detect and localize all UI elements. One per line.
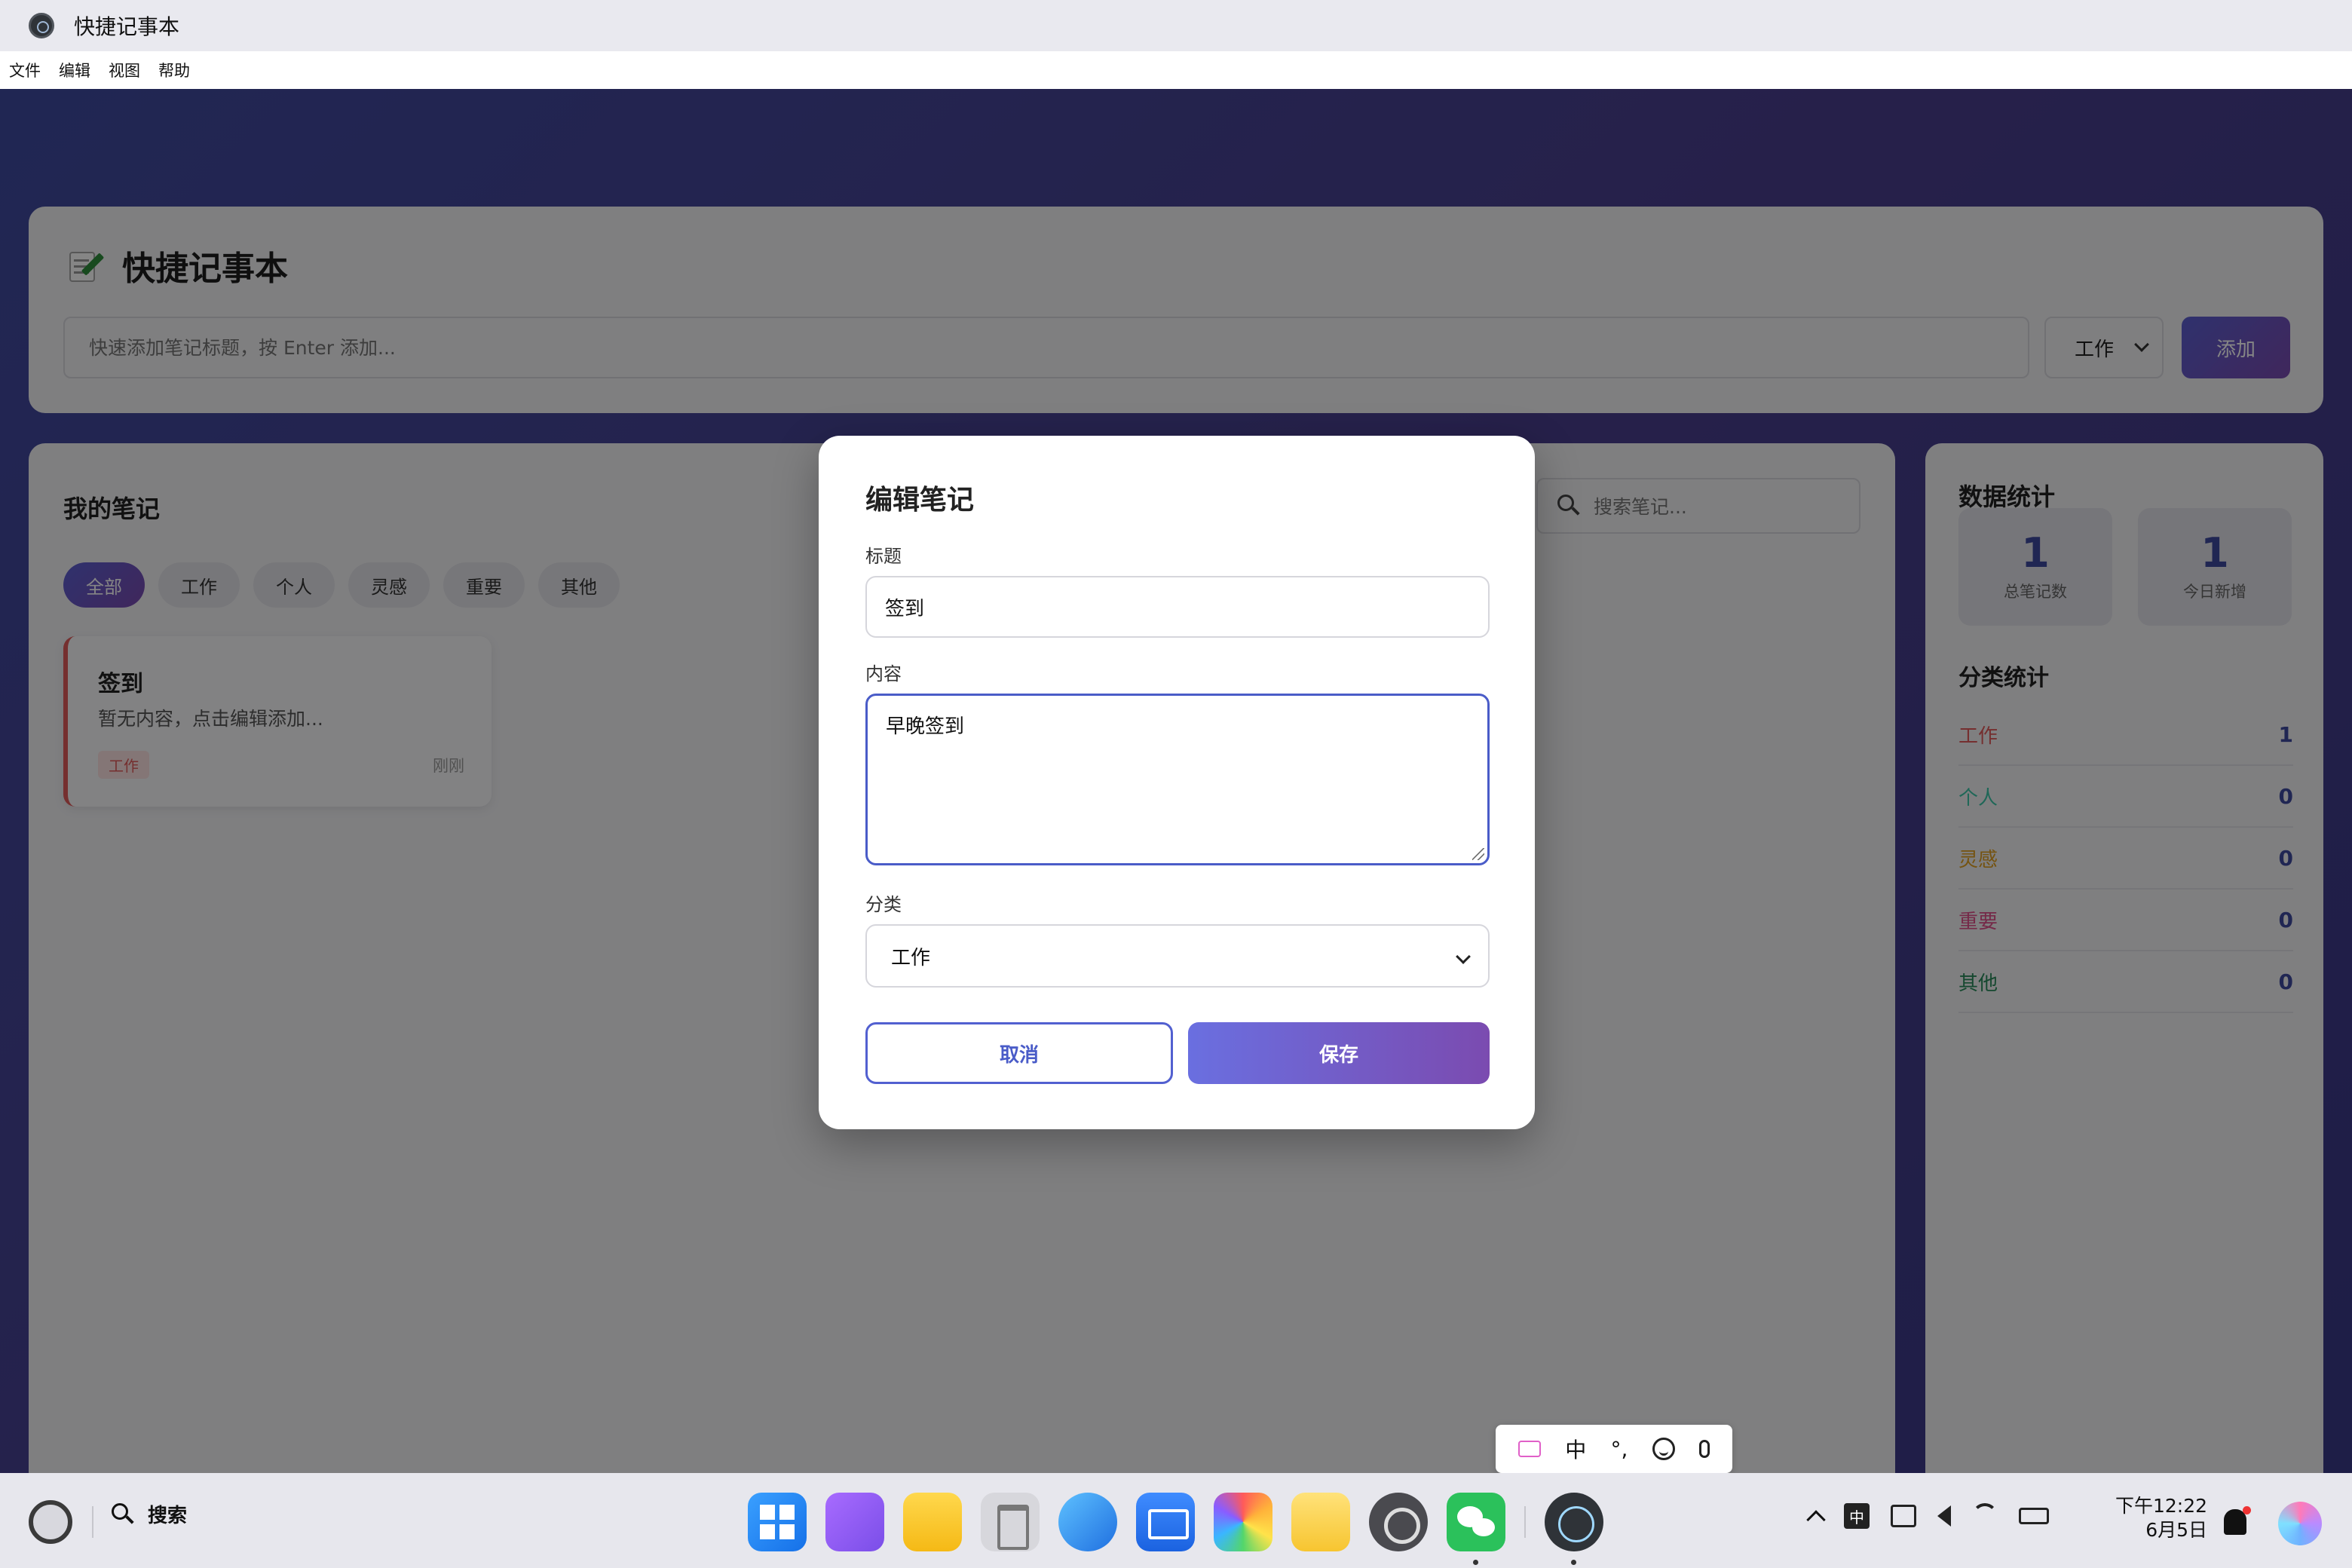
electron-app-icon[interactable] — [1545, 1493, 1603, 1565]
content-value: 早晚签到 — [886, 715, 965, 738]
launcher-icon[interactable] — [748, 1493, 807, 1551]
notes-icon[interactable] — [1291, 1493, 1350, 1551]
title-bar: 快捷记事本 — [0, 0, 2352, 51]
menu-edit[interactable]: 编辑 — [59, 59, 90, 81]
wechat-icon[interactable] — [1447, 1493, 1505, 1565]
category-value: 工作 — [891, 946, 931, 969]
ime-language-toggle[interactable]: 中 — [1565, 1434, 1586, 1464]
chevron-down-icon — [1456, 949, 1471, 964]
cancel-button[interactable]: 取消 — [865, 1022, 1173, 1084]
resize-grip-icon[interactable] — [1472, 848, 1484, 860]
clock-date: 6月5日 — [2145, 1519, 2208, 1541]
menu-bar: 文件 编辑 视图 帮助 — [0, 51, 2352, 89]
volume-icon[interactable] — [1937, 1505, 1951, 1527]
edit-note-dialog: 编辑笔记 标题 签到 内容 早晚签到 分类 工作 取消 保存 — [819, 436, 1535, 1129]
menu-help[interactable]: 帮助 — [158, 59, 190, 81]
category-label: 分类 — [865, 894, 902, 915]
multitask-icon[interactable] — [825, 1493, 884, 1551]
dock — [748, 1493, 1622, 1565]
running-indicator — [1571, 1560, 1576, 1565]
trash-icon[interactable] — [981, 1493, 1040, 1551]
category-select[interactable]: 工作 — [865, 924, 1490, 988]
wifi-icon[interactable] — [1972, 1503, 1998, 1529]
menu-file[interactable]: 文件 — [9, 59, 41, 81]
browser-icon[interactable] — [1058, 1493, 1117, 1551]
notification-badge — [2243, 1506, 2251, 1514]
emoji-icon[interactable] — [1652, 1438, 1675, 1460]
content-label: 内容 — [865, 663, 902, 684]
files-icon[interactable] — [903, 1493, 962, 1551]
taskbar: 搜索 中 下午12:22 6月5日 — [0, 1473, 2352, 1568]
microphone-icon[interactable] — [1698, 1440, 1710, 1458]
start-button[interactable] — [29, 1500, 72, 1544]
ime-toolbar: 中 °, — [1496, 1425, 1732, 1473]
photos-icon[interactable] — [1214, 1493, 1272, 1551]
menu-view[interactable]: 视图 — [109, 59, 140, 81]
taskbar-search-label: 搜索 — [148, 1505, 188, 1527]
battery-icon[interactable] — [2019, 1508, 2049, 1524]
title-label: 标题 — [865, 546, 902, 567]
ime-punctuation-toggle[interactable]: °, — [1611, 1437, 1628, 1462]
taskbar-divider — [92, 1506, 93, 1538]
chevron-up-icon[interactable] — [1806, 1510, 1826, 1530]
app-logo-icon — [29, 13, 54, 38]
taskbar-search[interactable]: 搜索 — [112, 1500, 187, 1528]
assistant-icon[interactable] — [2278, 1502, 2322, 1545]
keyboard-icon[interactable] — [1518, 1441, 1542, 1457]
dialog-title: 编辑笔记 — [865, 485, 975, 516]
title-input[interactable]: 签到 — [865, 576, 1490, 638]
ime-indicator[interactable]: 中 — [1844, 1503, 1870, 1529]
title-value: 签到 — [885, 597, 925, 620]
content-textarea[interactable]: 早晚签到 — [865, 694, 1490, 865]
dock-divider — [1524, 1506, 1526, 1538]
clock-time: 下午12:22 — [2115, 1495, 2208, 1517]
window-title: 快捷记事本 — [74, 14, 180, 39]
clock[interactable]: 下午12:22 6月5日 — [2115, 1494, 2207, 1542]
system-tray: 中 — [1806, 1503, 2070, 1530]
clipboard-icon[interactable] — [1891, 1505, 1916, 1527]
search-icon — [112, 1502, 134, 1526]
save-button[interactable]: 保存 — [1188, 1022, 1490, 1084]
mail-icon[interactable] — [1136, 1493, 1195, 1551]
running-indicator — [1473, 1560, 1478, 1565]
settings-icon[interactable] — [1369, 1493, 1428, 1551]
